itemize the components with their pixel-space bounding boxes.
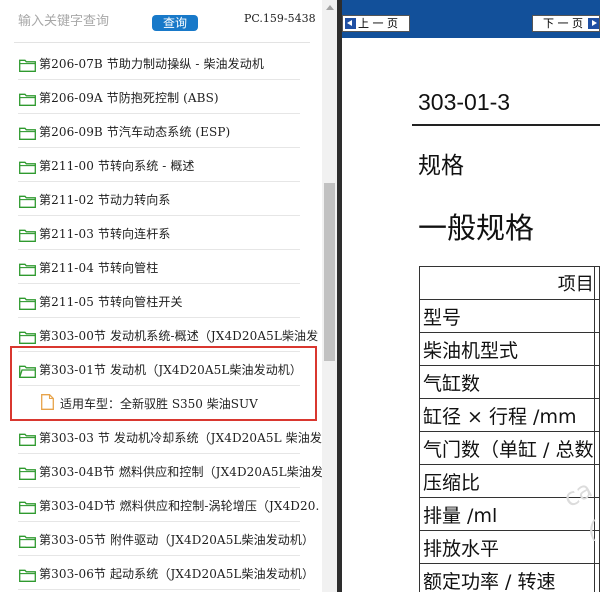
arrow-right-icon <box>588 18 599 29</box>
tree-item-label: 第303-05节 附件驱动（JX4D20A5L柴油发动机） <box>39 533 315 547</box>
folder-icon <box>19 431 36 446</box>
tree-item-label: 第206-09B 节汽车动态系统 (ESP) <box>39 125 231 139</box>
doc-page-code: 303-01-3 <box>418 89 511 115</box>
prev-page-button[interactable]: 上 一 页 <box>342 15 410 32</box>
spec-row-label: 排放水平 <box>419 530 595 564</box>
tree-item[interactable]: 第303-04B节 燃料供应和控制（JX4D20A5L柴油发 <box>0 454 322 488</box>
spec-table-cell <box>593 365 600 399</box>
section-heading: 一般规格 <box>418 211 535 245</box>
search-button[interactable]: 查询 <box>152 15 198 31</box>
watermark-fragment: ( <box>588 516 598 544</box>
spec-table-row: 缸径 × 行程 /mm <box>419 398 600 432</box>
document-viewer: 上 一 页 下 一 页 303-01-3 规格 一般规格 项目 型号 柴油机型式气… <box>342 0 600 592</box>
search-divider <box>14 42 310 43</box>
spec-table-cell <box>593 464 600 498</box>
spec-table-row: 额定功率 / 转速 <box>419 563 600 592</box>
file-icon <box>41 394 54 410</box>
tree-item-label: 第211-02 节动力转向系 <box>39 193 171 207</box>
toc-pane: 查询 PC.159-5438 第206-07B 节助力制动操纵 - 柴油发动机 … <box>0 0 337 592</box>
tree-item[interactable]: 第206-09A 节防抱死控制 (ABS) <box>0 80 322 114</box>
tree-item-label: 第303-01节 发动机（JX4D20A5L柴油发动机） <box>39 363 302 377</box>
search-bar: 查询 PC.159-5438 <box>0 0 320 43</box>
spec-row-label: 缸径 × 行程 /mm <box>419 398 595 432</box>
folder-icon <box>19 567 36 582</box>
spec-table-cell <box>593 266 600 300</box>
tree-item[interactable]: 第211-03 节转向连杆系 <box>0 216 322 250</box>
spec-table-cell <box>593 563 600 592</box>
tree-item-label: 第303-00节 发动机系统-概述（JX4D20A5L柴油发 <box>39 329 319 343</box>
spec-table-row: 气门数（单缸 / 总数 <box>419 431 600 465</box>
section-title: 规格 <box>418 153 464 179</box>
scroll-thumb[interactable] <box>324 183 335 361</box>
folder-icon <box>19 295 36 310</box>
arrow-left-icon <box>345 18 356 29</box>
folder-icon <box>19 193 36 208</box>
next-page-button[interactable]: 下 一 页 <box>532 15 600 32</box>
spec-row-label: 柴油机型式 <box>419 332 595 366</box>
folder-icon <box>19 533 36 548</box>
tree-item[interactable]: 第206-07B 节助力制动操纵 - 柴油发动机 <box>0 46 322 80</box>
folder-icon <box>19 465 36 480</box>
folder-icon <box>19 227 36 242</box>
spec-table-row: 柴油机型式 <box>419 332 600 366</box>
spec-table-row: 气缸数 <box>419 365 600 399</box>
tree-child-item[interactable]: 适用车型：全新驭胜 S350 柴油SUV <box>0 386 322 420</box>
tree-item-label: 第303-06节 起动系统（JX4D20A5L柴油发动机） <box>39 567 315 581</box>
tree-item-label: 第211-03 节转向连杆系 <box>39 227 171 241</box>
folder-icon <box>19 329 36 344</box>
spec-table-header: 项目 <box>419 266 595 300</box>
spec-table-cell <box>593 332 600 366</box>
spec-row-label: 气缸数 <box>419 365 595 399</box>
tree-item[interactable]: 第211-00 节转向系统 - 概述 <box>0 148 322 182</box>
pc-code: PC.159-5438 <box>244 12 316 25</box>
folder-icon <box>19 159 36 174</box>
tree-item-label: 第211-00 节转向系统 - 概述 <box>39 159 195 173</box>
spec-table-header-row: 项目 <box>419 266 600 300</box>
folder-open-icon <box>19 363 36 378</box>
spec-row-label: 额定功率 / 转速 <box>419 563 595 592</box>
tree-item-label: 第211-04 节转向管柱 <box>39 261 159 275</box>
tree-item-label: 第303-04B节 燃料供应和控制（JX4D20A5L柴油发 <box>39 465 322 479</box>
viewer-toolbar: 上 一 页 下 一 页 <box>342 0 600 38</box>
spec-table-cell <box>593 398 600 432</box>
scrollbar[interactable] <box>322 0 337 592</box>
tree-item-label: 第206-09A 节防抱死控制 (ABS) <box>39 91 219 105</box>
tree-item-label: 第303-03 节 发动机冷却系统（JX4D20A5L 柴油发 <box>39 431 322 445</box>
tree-item[interactable]: 第303-05节 附件驱动（JX4D20A5L柴油发动机） <box>0 522 322 556</box>
spec-table: 项目 型号 柴油机型式 气缸数 缸径 × 行程 /mm 气门数（单缸 / 总数 压缩比 排量… <box>419 266 600 592</box>
folder-icon <box>19 57 36 72</box>
tree-item[interactable]: 第303-06节 起动系统（JX4D20A5L柴油发动机） <box>0 556 322 590</box>
row-divider <box>18 589 300 590</box>
tree-item[interactable]: 第211-05 节转向管柱开关 <box>0 284 322 318</box>
folder-icon <box>19 499 36 514</box>
prev-page-label: 上 一 页 <box>358 17 398 30</box>
tree-item-label: 第303-04D节 燃料供应和控制-涡轮增压（JX4D20. <box>39 499 320 513</box>
spec-table-cell <box>593 299 600 333</box>
tree-item[interactable]: 第303-00节 发动机系统-概述（JX4D20A5L柴油发 <box>0 318 322 352</box>
tree-viewport: 查询 PC.159-5438 第206-07B 节助力制动操纵 - 柴油发动机 … <box>0 0 322 592</box>
tree-item[interactable]: 第211-04 节转向管柱 <box>0 250 322 284</box>
spec-row-label: 气门数（单缸 / 总数 <box>419 431 595 465</box>
next-page-label: 下 一 页 <box>543 17 583 30</box>
spec-table-cell <box>593 431 600 465</box>
spec-row-label: 型号 <box>419 299 595 333</box>
tree-child-label: 适用车型：全新驭胜 S350 柴油SUV <box>60 397 258 411</box>
tree-item[interactable]: 第206-09B 节汽车动态系统 (ESP) <box>0 114 322 148</box>
tree-item[interactable]: 第303-01节 发动机（JX4D20A5L柴油发动机） <box>0 352 322 386</box>
folder-icon <box>19 261 36 276</box>
tree-item[interactable]: 第303-03 节 发动机冷却系统（JX4D20A5L 柴油发 <box>0 420 322 454</box>
header-rule <box>412 124 600 126</box>
tree-item-label: 第211-05 节转向管柱开关 <box>39 295 183 309</box>
search-input[interactable] <box>18 14 148 29</box>
toc-tree: 第206-07B 节助力制动操纵 - 柴油发动机 第206-09A 节防抱死控制… <box>0 46 322 590</box>
tree-item[interactable]: 第211-02 节动力转向系 <box>0 182 322 216</box>
spec-table-row: 排放水平 <box>419 530 600 564</box>
scroll-up-arrow-icon[interactable] <box>326 5 334 10</box>
tree-item-label: 第206-07B 节助力制动操纵 - 柴油发动机 <box>39 57 264 71</box>
spec-table-row: 型号 <box>419 299 600 333</box>
folder-icon <box>19 125 36 140</box>
folder-icon <box>19 91 36 106</box>
tree-item[interactable]: 第303-04D节 燃料供应和控制-涡轮增压（JX4D20. <box>0 488 322 522</box>
